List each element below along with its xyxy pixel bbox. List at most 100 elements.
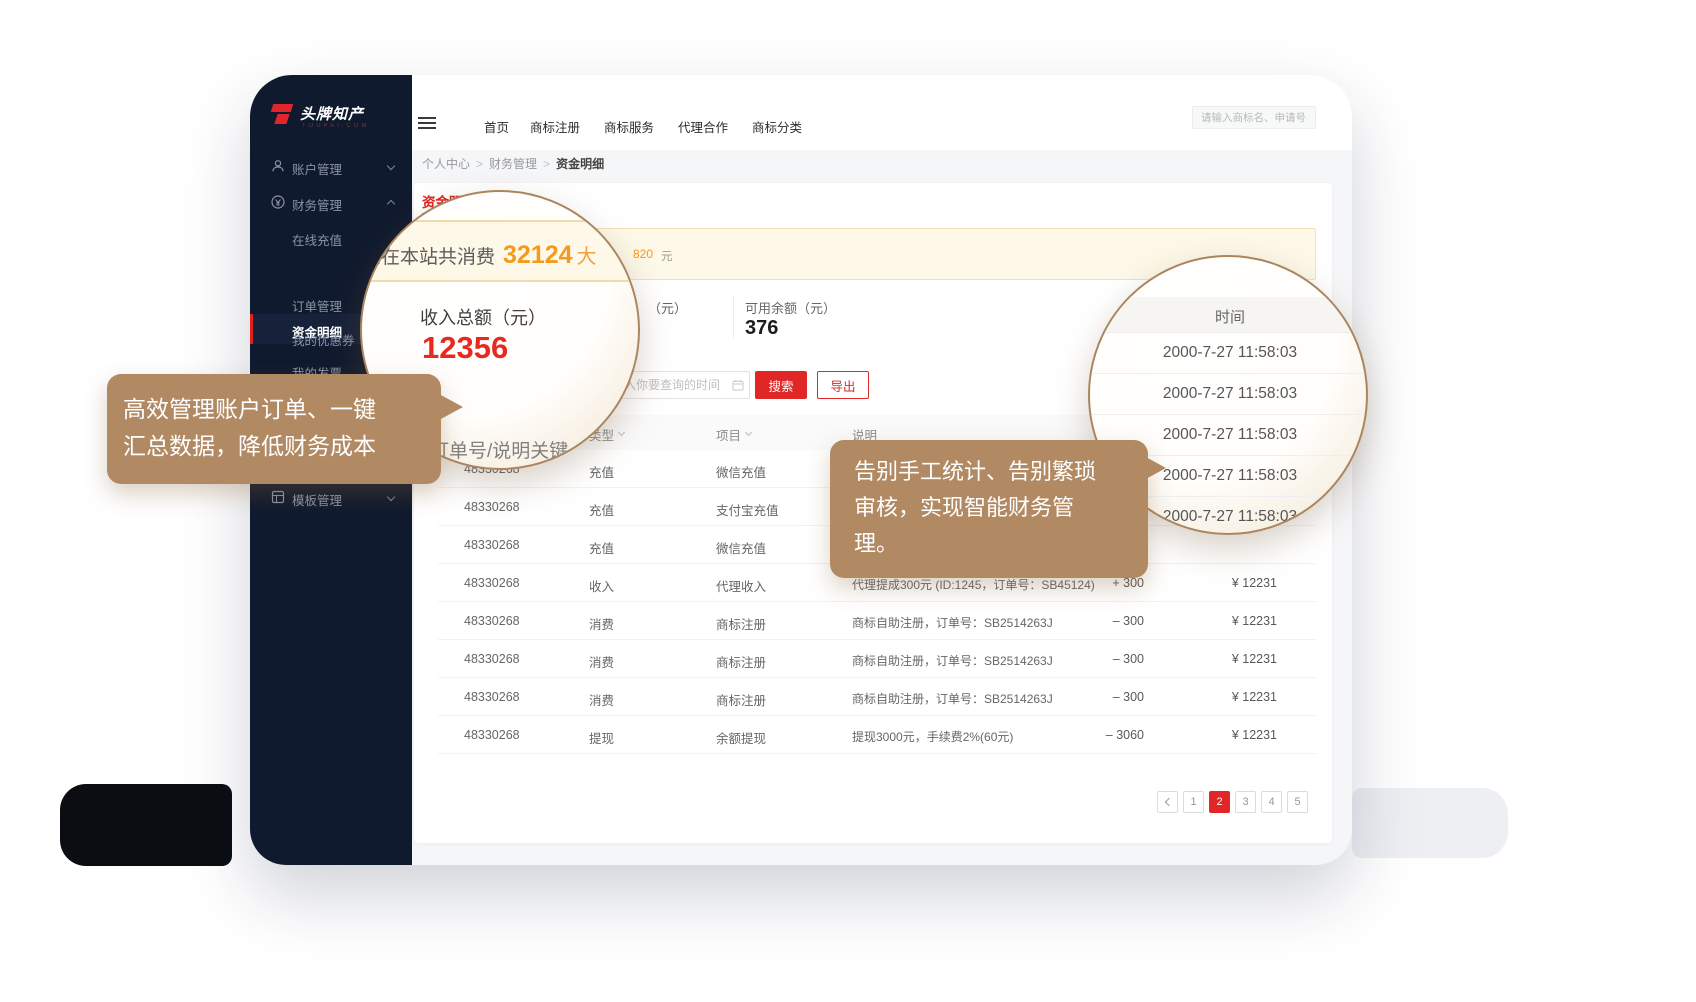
pagination-page-3[interactable]: 3: [1235, 791, 1256, 813]
table-row: 48330268 消费 商标注册 商标自助注册，订单号：SB2514263J –…: [438, 678, 1316, 716]
sidebar-item-template[interactable]: 模板管理: [250, 482, 412, 512]
table-row: 48330268 提现 余额提现 提现3000元，手续费2%(60元) – 30…: [438, 716, 1316, 754]
cell-balance: ¥ 12231: [1157, 690, 1277, 704]
lens-banner-amount: 32124: [503, 241, 573, 269]
lens-time-header: 时间: [1090, 297, 1368, 327]
cell-desc: 商标自助注册，订单号：SB2514263J: [852, 614, 1053, 631]
cell-balance: ¥ 12231: [1157, 728, 1277, 742]
table-row: 48330268 消费 商标注册 商标自助注册，订单号：SB2514263J –…: [438, 602, 1316, 640]
cell-order: 48330268: [464, 614, 520, 628]
breadcrumb-item[interactable]: 个人中心: [422, 157, 470, 171]
cell-amount: – 300: [1024, 614, 1144, 628]
cell-item: 商标注册: [716, 690, 766, 709]
sidebar-item-label: 模板管理: [292, 490, 342, 509]
cell-item: 微信充值: [716, 462, 766, 481]
calendar-icon: [732, 379, 744, 391]
header-item: 项目: [716, 425, 741, 444]
cell-order: 48330268: [464, 538, 520, 552]
nav-item-trademark-service[interactable]: 商标服务: [604, 117, 654, 136]
cell-amount: – 3060: [1024, 728, 1144, 742]
export-button[interactable]: 导出: [817, 371, 869, 399]
cell-amount: – 300: [1024, 690, 1144, 704]
search-button[interactable]: 搜索: [755, 371, 807, 399]
finance-icon: [270, 194, 286, 210]
laptop-base-left-shape: [60, 784, 232, 866]
cell-balance: ¥ 12231: [1157, 614, 1277, 628]
table-row: 48330268 消费 商标注册 商标自助注册，订单号：SB2514263J –…: [438, 640, 1316, 678]
laptop-base-right-shape: [1352, 788, 1508, 858]
pagination-prev-button[interactable]: [1157, 791, 1178, 813]
cell-amount: – 300: [1024, 652, 1144, 666]
cell-amount: + 300: [1024, 576, 1144, 590]
cell-type: 充值: [589, 462, 614, 481]
callout-left-arrow: [439, 394, 463, 420]
cell-item: 商标注册: [716, 652, 766, 671]
trademark-search-input[interactable]: [1192, 106, 1316, 129]
stats-divider: [733, 296, 734, 338]
chevron-down-icon: [387, 493, 395, 501]
balance-label: 可用余额（元）: [745, 298, 836, 317]
pagination-page-4[interactable]: 4: [1261, 791, 1282, 813]
callout-right: 告别手工统计、告别繁琐 审核，实现智能财务管 理。: [830, 440, 1148, 578]
expense-label-fragment: （元）: [648, 298, 687, 317]
lens-time-header-band: 时间: [1090, 297, 1368, 333]
callout-right-arrow: [1144, 456, 1166, 480]
nav-item-trademark-register[interactable]: 商标注册: [530, 117, 580, 136]
pagination: 1 2 3 4 5: [1157, 791, 1308, 813]
cell-order: 48330268: [464, 690, 520, 704]
cell-type: 提现: [589, 728, 614, 747]
nav-item-home[interactable]: 首页: [484, 117, 509, 136]
cell-item: 商标注册: [716, 614, 766, 633]
menu-hamburger-icon[interactable]: [418, 117, 436, 130]
breadcrumb-separator: >: [476, 157, 483, 171]
cell-item: 支付宝充值: [716, 500, 779, 519]
callout-right-line3: 理。: [854, 526, 1148, 562]
cell-order: 48330268: [464, 500, 520, 514]
cell-order: 48330268: [464, 652, 520, 666]
callout-left-line2: 汇总数据，降低财务成本: [123, 428, 441, 465]
callout-right-line2: 审核，实现智能财务管: [854, 490, 1148, 526]
cell-item: 余额提现: [716, 728, 766, 747]
lens-banner-zoom: 您在本站共消费 32124大: [360, 220, 640, 282]
lens-banner-prefix: 您在本站共消费: [362, 247, 495, 268]
cell-desc: 商标自助注册，订单号：SB2514263J: [852, 652, 1053, 669]
brand-logo-icon: [270, 103, 294, 125]
nav-item-trademark-class[interactable]: 商标分类: [752, 117, 802, 136]
callout-left: 高效管理账户订单、一键 汇总数据，降低财务成本: [107, 374, 441, 484]
breadcrumb-separator: >: [543, 157, 550, 171]
banner-unit: 元: [661, 248, 673, 264]
pagination-page-1[interactable]: 1: [1183, 791, 1204, 813]
breadcrumb-current: 资金明细: [556, 157, 604, 171]
nav-item-agent-coop[interactable]: 代理合作: [678, 117, 728, 136]
pagination-page-5[interactable]: 5: [1287, 791, 1308, 813]
chevron-down-icon: [387, 162, 395, 170]
brand-logo[interactable]: 头牌知产 TOUPAI.COM: [270, 101, 400, 137]
brand-logo-subtext: TOUPAI.COM: [302, 123, 369, 129]
chevron-left-icon: [1164, 798, 1172, 806]
lens-time-row: 2000-7-27 11:58:03: [1090, 374, 1368, 415]
breadcrumb-item[interactable]: 财务管理: [489, 157, 537, 171]
pagination-page-2-active[interactable]: 2: [1209, 791, 1230, 813]
balance-value: 376: [745, 317, 778, 340]
chevron-up-icon: [387, 200, 395, 208]
cell-type: 消费: [589, 652, 614, 671]
sort-caret-icon[interactable]: [618, 429, 625, 436]
sidebar-item-finance[interactable]: 财务管理: [250, 187, 412, 217]
lens-income-label: 收入总额（元）: [420, 304, 546, 330]
callout-right-line1: 告别手工统计、告别繁琐: [854, 454, 1148, 490]
page-canvas: 首页 商标注册 商标服务 代理合作 商标分类 个人中心 > 财务管理 > 资金明细 头牌…: [0, 0, 1696, 1002]
cell-balance: ¥ 12231: [1157, 652, 1277, 666]
sidebar-item-label: 在线充值: [292, 230, 342, 249]
cell-type: 收入: [589, 576, 614, 595]
sidebar-item-account[interactable]: 账户管理: [250, 151, 412, 181]
lens-banner-partial-glyph: 大: [577, 246, 597, 268]
sidebar-item-label: 订单管理: [292, 296, 342, 315]
cell-type: 消费: [589, 690, 614, 709]
user-icon: [270, 158, 286, 174]
cell-desc: 商标自助注册，订单号：SB2514263J: [852, 690, 1053, 707]
lens-table-header-fragment: 订单号/说明关键: [430, 436, 568, 463]
cell-item: 微信充值: [716, 538, 766, 557]
cell-balance: ¥ 12231: [1157, 576, 1277, 590]
breadcrumb: 个人中心 > 财务管理 > 资金明细: [422, 155, 604, 172]
sort-caret-icon[interactable]: [745, 429, 752, 436]
